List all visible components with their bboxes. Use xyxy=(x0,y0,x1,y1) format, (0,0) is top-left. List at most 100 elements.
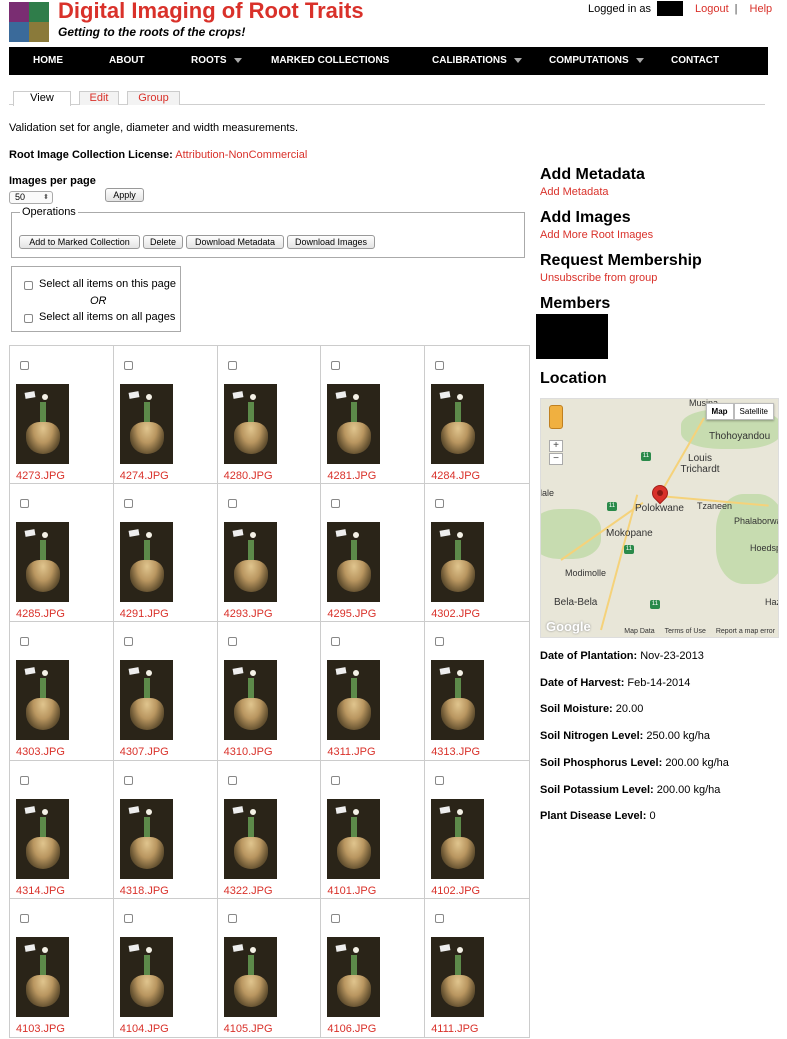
image-select-checkbox[interactable] xyxy=(123,637,133,647)
image-filename-link[interactable]: 4281.JPG xyxy=(327,470,376,482)
help-link[interactable]: Help xyxy=(750,3,773,15)
select-all-pages-checkbox[interactable] xyxy=(24,314,33,323)
root-image-thumbnail[interactable] xyxy=(223,522,277,603)
root-image-thumbnail[interactable] xyxy=(16,798,69,879)
root-image-thumbnail[interactable] xyxy=(16,660,69,741)
apply-button[interactable]: Apply xyxy=(105,188,144,202)
street-view-pegman-icon[interactable] xyxy=(549,405,563,429)
root-image-thumbnail[interactable] xyxy=(119,660,173,741)
image-filename-link[interactable]: 4101.JPG xyxy=(327,885,376,897)
image-filename-link[interactable]: 4280.JPG xyxy=(224,470,273,482)
root-image-thumbnail[interactable] xyxy=(16,522,69,603)
tab-view[interactable]: View xyxy=(13,91,71,106)
root-image-thumbnail[interactable] xyxy=(431,384,485,464)
image-filename-link[interactable]: 4105.JPG xyxy=(224,1023,273,1035)
root-image-thumbnail[interactable] xyxy=(431,936,485,1017)
root-image-thumbnail[interactable] xyxy=(327,522,381,603)
image-select-checkbox[interactable] xyxy=(227,361,237,370)
image-filename-link[interactable]: 4106.JPG xyxy=(327,1023,376,1035)
root-image-thumbnail[interactable] xyxy=(223,660,277,741)
root-image-thumbnail[interactable] xyxy=(119,798,173,879)
image-filename-link[interactable]: 4273.JPG xyxy=(16,470,65,482)
image-filename-link[interactable]: 4293.JPG xyxy=(224,608,273,620)
nav-roots[interactable]: Roots xyxy=(191,55,242,66)
root-image-thumbnail[interactable] xyxy=(223,936,277,1017)
image-select-checkbox[interactable] xyxy=(331,775,341,785)
root-image-thumbnail[interactable] xyxy=(119,384,173,464)
map-data-link[interactable]: Map Data xyxy=(624,628,654,635)
image-filename-link[interactable]: 4310.JPG xyxy=(224,746,273,758)
license-link[interactable]: Attribution-NonCommercial xyxy=(175,149,307,161)
root-image-thumbnail[interactable] xyxy=(223,384,277,464)
image-filename-link[interactable]: 4314.JPG xyxy=(16,885,65,897)
image-select-checkbox[interactable] xyxy=(123,913,133,923)
image-select-checkbox[interactable] xyxy=(123,361,133,370)
download-images-button[interactable]: Download Images xyxy=(287,235,375,249)
image-filename-link[interactable]: 4284.JPG xyxy=(431,470,480,482)
tab-group[interactable]: Group xyxy=(127,91,180,105)
location-map[interactable]: Musina Thohoyandou Louis Trichardt Polok… xyxy=(540,398,779,638)
map-type-map-button[interactable]: Map xyxy=(705,403,734,420)
image-select-checkbox[interactable] xyxy=(331,637,341,647)
root-image-thumbnail[interactable] xyxy=(327,384,381,464)
image-select-checkbox[interactable] xyxy=(20,361,29,370)
image-select-checkbox[interactable] xyxy=(227,637,237,647)
nav-marked-collections[interactable]: Marked Collections xyxy=(271,55,389,66)
image-select-checkbox[interactable] xyxy=(435,499,445,509)
image-select-checkbox[interactable] xyxy=(20,913,29,923)
image-select-checkbox[interactable] xyxy=(435,361,445,370)
nav-home[interactable]: Home xyxy=(33,55,63,66)
add-more-images-link[interactable]: Add More Root Images xyxy=(540,229,653,241)
delete-button[interactable]: Delete xyxy=(143,235,183,249)
image-select-checkbox[interactable] xyxy=(20,499,29,509)
image-filename-link[interactable]: 4295.JPG xyxy=(327,608,376,620)
image-select-checkbox[interactable] xyxy=(123,775,133,785)
terms-of-use-link[interactable]: Terms of Use xyxy=(665,628,706,635)
image-filename-link[interactable]: 4303.JPG xyxy=(16,746,65,758)
root-image-thumbnail[interactable] xyxy=(16,936,69,1017)
image-filename-link[interactable]: 4302.JPG xyxy=(431,608,480,620)
report-map-error-link[interactable]: Report a map error xyxy=(716,628,775,635)
zoom-out-button[interactable]: − xyxy=(549,453,563,465)
nav-contact[interactable]: Contact xyxy=(671,55,719,66)
site-logo[interactable] xyxy=(9,2,49,42)
image-filename-link[interactable]: 4313.JPG xyxy=(431,746,480,758)
image-filename-link[interactable]: 4104.JPG xyxy=(120,1023,169,1035)
map-type-satellite-button[interactable]: Satellite xyxy=(733,403,774,420)
image-select-checkbox[interactable] xyxy=(227,499,237,509)
images-per-page-select[interactable]: 50 ⬍ xyxy=(9,191,53,204)
root-image-thumbnail[interactable] xyxy=(327,798,381,879)
image-select-checkbox[interactable] xyxy=(435,637,445,647)
root-image-thumbnail[interactable] xyxy=(431,798,485,879)
zoom-in-button[interactable]: + xyxy=(549,440,563,452)
image-select-checkbox[interactable] xyxy=(227,913,237,923)
root-image-thumbnail[interactable] xyxy=(327,660,381,741)
google-logo[interactable]: Google xyxy=(546,619,591,634)
image-filename-link[interactable]: 4291.JPG xyxy=(120,608,169,620)
unsubscribe-link[interactable]: Unsubscribe from group xyxy=(540,272,657,284)
root-image-thumbnail[interactable] xyxy=(16,384,69,464)
site-title[interactable]: Digital Imaging of Root Traits xyxy=(58,0,364,24)
image-filename-link[interactable]: 4103.JPG xyxy=(16,1023,65,1035)
image-select-checkbox[interactable] xyxy=(20,775,29,785)
root-image-thumbnail[interactable] xyxy=(223,798,277,879)
root-image-thumbnail[interactable] xyxy=(431,660,485,741)
logout-link[interactable]: Logout xyxy=(695,3,729,15)
select-page-checkbox[interactable] xyxy=(24,281,33,290)
image-filename-link[interactable]: 4285.JPG xyxy=(16,608,65,620)
image-select-checkbox[interactable] xyxy=(435,913,445,923)
image-filename-link[interactable]: 4111.JPG xyxy=(431,1023,478,1035)
image-filename-link[interactable]: 4102.JPG xyxy=(431,885,480,897)
image-filename-link[interactable]: 4322.JPG xyxy=(224,885,273,897)
image-select-checkbox[interactable] xyxy=(435,775,445,785)
image-filename-link[interactable]: 4311.JPG xyxy=(327,746,375,758)
add-to-marked-collection-button[interactable]: Add to Marked Collection xyxy=(19,235,140,249)
image-select-checkbox[interactable] xyxy=(123,499,133,509)
root-image-thumbnail[interactable] xyxy=(431,522,485,603)
root-image-thumbnail[interactable] xyxy=(119,936,173,1017)
tab-edit[interactable]: Edit xyxy=(79,91,119,105)
nav-computations[interactable]: Computations xyxy=(549,55,644,66)
image-select-checkbox[interactable] xyxy=(20,637,29,647)
image-filename-link[interactable]: 4274.JPG xyxy=(120,470,169,482)
image-select-checkbox[interactable] xyxy=(331,499,341,509)
